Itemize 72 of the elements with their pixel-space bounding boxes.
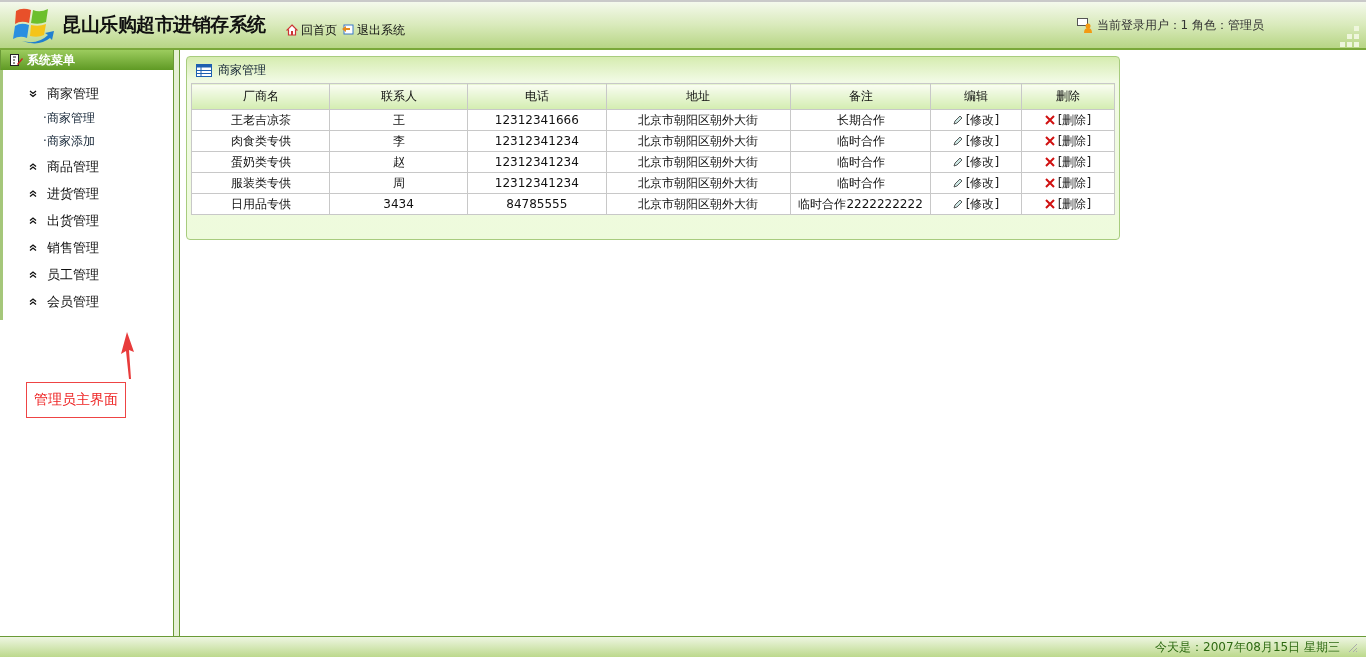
table-cell: 王 xyxy=(329,109,468,131)
close-icon xyxy=(1044,157,1055,167)
table-cell: 肉食类专供 xyxy=(191,130,330,152)
app-title: 昆山乐购超市进销存系统 xyxy=(62,12,266,37)
menu-group[interactable]: 商品管理 xyxy=(3,153,173,180)
menu-group[interactable]: 商家管理 xyxy=(3,80,173,107)
header-link[interactable]: 退出系统 xyxy=(340,21,405,39)
table-cell: 3434 xyxy=(329,193,468,215)
chevron-down-icon xyxy=(29,89,37,98)
table-cell: 临时合作2222222222 xyxy=(790,193,931,215)
date-text: 今天是：2007年08月15日 星期三 xyxy=(1155,638,1340,656)
chevron-up-icon xyxy=(29,270,37,279)
table-cell: 12312341234 xyxy=(467,172,607,194)
close-icon xyxy=(1044,115,1055,125)
splitter-bar[interactable] xyxy=(174,50,180,636)
table-cell: 蛋奶类专供 xyxy=(191,151,330,173)
table-cell: 临时合作 xyxy=(790,172,931,194)
chevron-up-icon xyxy=(29,243,37,252)
chevron-up-icon xyxy=(29,216,37,225)
menu-group[interactable]: 出货管理 xyxy=(3,207,173,234)
pencil-icon xyxy=(952,178,963,188)
chevron-up-icon xyxy=(29,162,37,171)
table-cell: 临时合作 xyxy=(790,151,931,173)
house-icon xyxy=(285,24,298,36)
column-header: 电话 xyxy=(467,83,607,110)
sidebar-title: 系统菜单 xyxy=(27,51,75,69)
table-cell: 12312341234 xyxy=(467,130,607,152)
table-cell: 北京市朝阳区朝外大街 xyxy=(606,193,791,215)
table-icon xyxy=(196,63,212,77)
table-cell: 服装类专供 xyxy=(191,172,330,194)
table-cell: 北京市朝阳区朝外大街 xyxy=(606,172,791,194)
table-cell: 周 xyxy=(329,172,468,194)
submenu-item[interactable]: ·商家管理 xyxy=(3,107,173,130)
edit-note-icon xyxy=(10,54,23,66)
table-cell: 日用品专供 xyxy=(191,193,330,215)
table-cell: 北京市朝阳区朝外大街 xyxy=(606,109,791,131)
menu-group[interactable]: 销售管理 xyxy=(3,234,173,261)
close-icon xyxy=(1044,199,1055,209)
menu-group[interactable]: 进货管理 xyxy=(3,180,173,207)
chevron-up-icon xyxy=(29,189,37,198)
menu-group[interactable]: 会员管理 xyxy=(3,288,173,315)
resize-grip-icon[interactable] xyxy=(1346,641,1358,653)
user-info: 当前登录用户：1 角色：管理员 xyxy=(1096,16,1264,34)
table-cell: 临时合作 xyxy=(790,130,931,152)
pencil-icon xyxy=(952,199,963,209)
pencil-icon xyxy=(952,136,963,146)
annotation-label: 管理员主界面 xyxy=(26,382,126,418)
close-icon xyxy=(1044,136,1055,146)
table-cell: 北京市朝阳区朝外大街 xyxy=(606,151,791,173)
pencil-icon xyxy=(952,115,963,125)
close-icon xyxy=(1044,178,1055,188)
pencil-icon xyxy=(952,157,963,167)
table-cell: 赵 xyxy=(329,151,468,173)
table-cell: 长期合作 xyxy=(790,109,931,131)
table-cell: 12312341234 xyxy=(467,151,607,173)
column-header: 删除 xyxy=(1021,83,1115,110)
submenu-item[interactable]: ·商家添加 xyxy=(3,130,173,153)
column-header: 编辑 xyxy=(930,83,1022,110)
menu-group[interactable]: 员工管理 xyxy=(3,261,173,288)
table-cell: 12312341666 xyxy=(467,109,607,131)
user-icon xyxy=(1076,17,1093,33)
table-cell: 北京市朝阳区朝外大街 xyxy=(606,130,791,152)
table-cell: 王老吉凉茶 xyxy=(191,109,330,131)
table-cell: 84785555 xyxy=(467,193,607,215)
column-header: 地址 xyxy=(606,83,791,110)
chevron-up-icon xyxy=(29,297,37,306)
table-cell: 李 xyxy=(329,130,468,152)
column-header: 厂商名 xyxy=(191,83,330,110)
header-link[interactable]: 回首页 xyxy=(285,21,337,39)
panel-title: 商家管理 xyxy=(218,61,266,79)
column-header: 联系人 xyxy=(329,83,468,110)
column-header: 备注 xyxy=(790,83,931,110)
